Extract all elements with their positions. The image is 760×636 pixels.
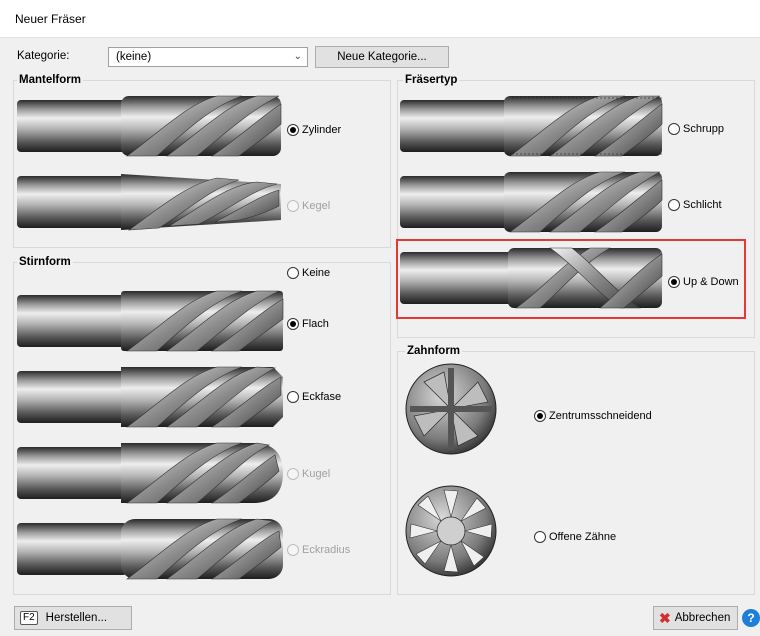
radio-dot — [287, 391, 299, 403]
chevron-down-icon: ⌄ — [293, 51, 302, 62]
cutter-chamfer-image — [17, 366, 283, 428]
new-category-button[interactable]: Neue Kategorie... — [315, 46, 449, 68]
stirnform-title: Stirnform — [17, 256, 73, 268]
category-value: (keine) — [116, 51, 152, 63]
cutter-cone-image — [17, 174, 281, 231]
radio-dot — [287, 318, 299, 330]
center-cutting-face-image — [405, 363, 497, 455]
radio-label: Eckradius — [302, 544, 351, 556]
cutter-radius-image — [17, 518, 283, 580]
mantelform-title: Mantelform — [17, 74, 83, 86]
radio-zentrumsschneidend[interactable]: Zentrumsschneidend — [534, 410, 652, 422]
open-teeth-face-image — [405, 485, 497, 577]
cancel-x-icon: ✖ — [659, 609, 671, 626]
radio-dot — [534, 410, 546, 422]
radio-eckradius[interactable]: Eckradius — [287, 544, 350, 556]
radio-label: Kegel — [302, 200, 331, 212]
radio-schrupp[interactable]: Schrupp — [668, 123, 724, 135]
radio-dot — [287, 200, 299, 212]
cutter-roughing-image — [400, 95, 663, 157]
category-label: Kategorie: — [17, 50, 70, 62]
radio-kegel[interactable]: Kegel — [287, 200, 330, 212]
radio-label: Kugel — [302, 468, 331, 480]
radio-label: Zylinder — [302, 124, 342, 136]
cutter-ball-image — [17, 442, 283, 504]
radio-label: Keine — [302, 267, 331, 279]
radio-dot — [287, 124, 299, 136]
cutter-cylinder-image — [17, 95, 282, 157]
category-select[interactable]: (keine) ⌄ — [108, 47, 308, 67]
cutter-finishing-image — [400, 171, 663, 233]
f2-key-icon: F2 — [20, 611, 38, 625]
radio-label: Flach — [302, 318, 329, 330]
radio-dot — [534, 531, 546, 543]
radio-kugel[interactable]: Kugel — [287, 468, 330, 480]
fraesertyp-title: Fräsertyp — [403, 74, 460, 86]
radio-keine[interactable]: Keine — [287, 267, 330, 279]
cutter-flat-image — [17, 290, 284, 352]
create-button[interactable]: F2 Herstellen... — [14, 606, 132, 630]
radio-offene-zaehne[interactable]: Offene Zähne — [534, 531, 616, 543]
radio-dot — [668, 199, 680, 211]
radio-dot — [287, 468, 299, 480]
radio-dot — [287, 267, 299, 279]
title-bar: Neuer Fräser — [0, 0, 760, 38]
help-icon[interactable]: ? — [742, 609, 760, 627]
radio-label: Offene Zähne — [549, 531, 617, 543]
radio-label: Eckfase — [302, 391, 342, 403]
zahnform-title: Zahnform — [405, 345, 463, 357]
radio-dot — [287, 544, 299, 556]
radio-dot — [668, 123, 680, 135]
radio-schlicht[interactable]: Schlicht — [668, 199, 722, 211]
cancel-button-label: Abbrechen — [674, 612, 731, 624]
radio-flach[interactable]: Flach — [287, 318, 329, 330]
create-button-label: Herstellen... — [45, 612, 108, 624]
radio-zylinder[interactable]: Zylinder — [287, 124, 341, 136]
radio-label: Zentrumsschneidend — [549, 410, 652, 422]
window-title: Neuer Fräser — [15, 12, 86, 26]
radio-eckfase[interactable]: Eckfase — [287, 391, 341, 403]
radio-label: Schlicht — [683, 199, 722, 211]
selection-highlight — [396, 239, 746, 319]
radio-label: Schrupp — [683, 123, 724, 135]
cancel-button[interactable]: ✖ Abbrechen — [653, 606, 738, 630]
